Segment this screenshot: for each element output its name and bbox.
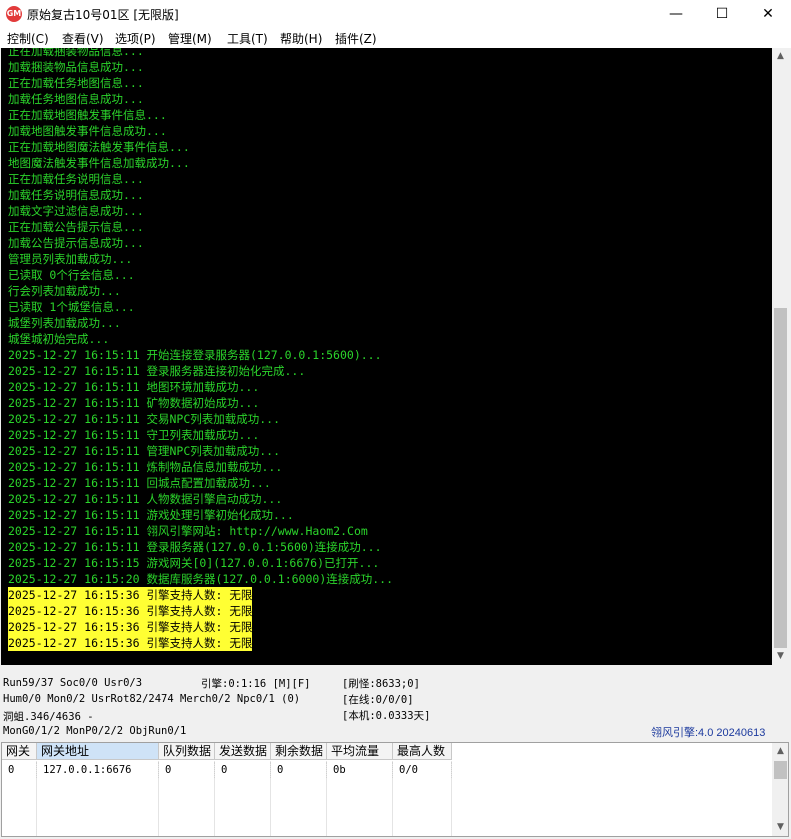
log-line: 加载地图触发事件信息成功... — [8, 124, 167, 138]
cell-gateway: 0 — [2, 762, 37, 778]
menu-bar: 控制(C) 查看(V) 选项(P) 管理(M) 工具(T) 帮助(H) 插件(Z… — [0, 28, 791, 48]
scroll-up-icon[interactable]: ▲ — [772, 48, 789, 65]
grid-scroll-thumb[interactable] — [774, 761, 787, 779]
log-line: 加载任务说明信息成功... — [8, 188, 144, 202]
log-line: 正在加载捆装物品信息... — [8, 48, 144, 58]
log-line-highlighted: 2025-12-27 16:15:36 引擎支持人数: 无限 — [8, 635, 253, 651]
log-line: 2025-12-27 16:15:11 翎风引擎网站: http://www.H… — [8, 524, 368, 538]
log-line: 2025-12-27 16:15:11 地图环境加载成功... — [8, 380, 260, 394]
window-title: 原始复古10号01区 [无限版] — [27, 8, 179, 22]
log-line: 2025-12-27 16:15:11 人物数据引擎启动成功... — [8, 492, 283, 506]
col-avg-flow[interactable]: 平均流量 — [327, 743, 393, 760]
menu-view[interactable]: 查看(V) — [62, 30, 104, 47]
col-send-data[interactable]: 发送数据 — [215, 743, 271, 760]
menu-plugins[interactable]: 插件(Z) — [335, 30, 377, 47]
app-icon: GM — [6, 6, 22, 22]
log-line: 2025-12-27 16:15:11 回城点配置加载成功... — [8, 476, 271, 490]
log-line: 加载公告提示信息成功... — [8, 236, 144, 250]
menu-help[interactable]: 帮助(H) — [280, 30, 322, 47]
cell-remaining-data: 0 — [271, 762, 327, 778]
log-line: 2025-12-27 16:15:11 交易NPC列表加载成功... — [8, 412, 281, 426]
log-console[interactable]: 正在加载捆装物品信息... 加载捆装物品信息成功... 正在加载任务地图信息... 加… — [1, 48, 772, 665]
status-mong: MonG0/1/2 MonP0/2/2 ObjRun0/1 — [3, 725, 187, 737]
log-line: 2025-12-27 16:15:11 开始连接登录服务器(127.0.0.1:… — [8, 348, 382, 362]
grid-scroll-down-icon[interactable]: ▼ — [772, 819, 788, 836]
log-line: 管理员列表加载成功... — [8, 252, 133, 266]
col-max-users[interactable]: 最高人数 — [393, 743, 452, 760]
log-line: 行会列表加载成功... — [8, 284, 121, 298]
log-line-highlighted: 2025-12-27 16:15:36 引擎支持人数: 无限 — [8, 587, 253, 603]
menu-control[interactable]: 控制(C) — [7, 30, 49, 47]
col-queue-data[interactable]: 队列数据 — [159, 743, 215, 760]
log-line: 正在加载任务地图信息... — [8, 76, 144, 90]
log-line: 2025-12-27 16:15:11 登录服务器(127.0.0.1:5600… — [8, 540, 382, 554]
log-line: 已读取 0个行会信息... — [8, 268, 135, 282]
log-line: 城堡城初始完成... — [8, 332, 110, 346]
log-line: 正在加载地图触发事件信息... — [8, 108, 167, 122]
status-refresh: [刷怪:8633;0] — [342, 678, 420, 690]
status-online: [在线:0/0/0] — [342, 694, 414, 706]
log-line: 城堡列表加载成功... — [8, 316, 121, 330]
log-line: 2025-12-27 16:15:11 矿物数据初始成功... — [8, 396, 260, 410]
log-line: 已读取 1个城堡信息... — [8, 300, 135, 314]
status-panel: Run59/37 Soc0/0 Usr0/3 引擎:0:1:16 [M][F] … — [0, 668, 791, 740]
log-line: 2025-12-27 16:15:11 游戏处理引擎初始化成功... — [8, 508, 294, 522]
status-run: Run59/37 Soc0/0 Usr0/3 — [3, 677, 143, 689]
gateway-grid[interactable]: 网关 网关地址 队列数据 发送数据 剩余数据 平均流量 最高人数 0 127.0… — [1, 742, 789, 837]
grid-scrollbar[interactable]: ▲ ▼ — [772, 743, 788, 836]
engine-version: 翎风引擎:4.0 20240613 — [651, 727, 766, 739]
status-hum: Hum0/0 Mon0/2 UsrRot82/2474 Merch0/2 Npc… — [3, 693, 301, 705]
status-engine: 引擎:0:1:16 [M][F] — [201, 678, 311, 690]
menu-manage[interactable]: 管理(M) — [168, 30, 212, 47]
log-line: 2025-12-27 16:15:20 数据库服务器(127.0.0.1:600… — [8, 572, 394, 586]
log-line: 2025-12-27 16:15:11 登录服务器连接初始化完成... — [8, 364, 306, 378]
status-local: [本机:0.0333天] — [342, 710, 431, 722]
log-line: 正在加载公告提示信息... — [8, 220, 144, 234]
col-gateway-address[interactable]: 网关地址 — [37, 743, 159, 760]
scroll-down-icon[interactable]: ▼ — [772, 648, 789, 665]
log-line: 加载文字过滤信息成功... — [8, 204, 144, 218]
log-line: 2025-12-27 16:15:11 守卫列表加载成功... — [8, 428, 260, 442]
log-scrollbar[interactable]: ▲ ▼ — [772, 48, 789, 665]
cell-gateway-address: 127.0.0.1:6676 — [37, 762, 159, 778]
cell-send-data: 0 — [215, 762, 271, 778]
cell-avg-flow: 0b — [327, 762, 393, 778]
log-line: 加载捆装物品信息成功... — [8, 60, 144, 74]
log-line-highlighted: 2025-12-27 16:15:36 引擎支持人数: 无限 — [8, 603, 253, 619]
log-line: 地图魔法触发事件信息加载成功... — [8, 156, 190, 170]
minimize-button[interactable]: — — [653, 0, 699, 28]
grid-scroll-up-icon[interactable]: ▲ — [772, 743, 788, 760]
close-button[interactable]: ✕ — [745, 0, 791, 28]
log-line: 2025-12-27 16:15:15 游戏网关[0](127.0.0.1:66… — [8, 556, 380, 570]
status-cave: 洞蛆.346/4636 - — [3, 711, 94, 723]
grid-header: 网关 网关地址 队列数据 发送数据 剩余数据 平均流量 最高人数 — [2, 743, 452, 761]
log-line: 加载任务地图信息成功... — [8, 92, 144, 106]
cell-max-users: 0/0 — [393, 762, 452, 778]
log-line: 正在加载地图魔法触发事件信息... — [8, 140, 190, 154]
menu-options[interactable]: 选项(P) — [115, 30, 156, 47]
scroll-thumb[interactable] — [774, 308, 787, 648]
log-line: 2025-12-27 16:15:11 炼制物品信息加载成功... — [8, 460, 283, 474]
menu-tools[interactable]: 工具(T) — [227, 30, 268, 47]
col-remaining-data[interactable]: 剩余数据 — [271, 743, 327, 760]
log-line: 正在加载任务说明信息... — [8, 172, 144, 186]
log-line-highlighted: 2025-12-27 16:15:36 引擎支持人数: 无限 — [8, 619, 253, 635]
log-line: 2025-12-27 16:15:11 管理NPC列表加载成功... — [8, 444, 281, 458]
cell-queue-data: 0 — [159, 762, 215, 778]
title-bar: GM 原始复古10号01区 [无限版] — ☐ ✕ — [0, 0, 791, 28]
maximize-button[interactable]: ☐ — [699, 0, 745, 28]
col-gateway[interactable]: 网关 — [2, 743, 37, 760]
